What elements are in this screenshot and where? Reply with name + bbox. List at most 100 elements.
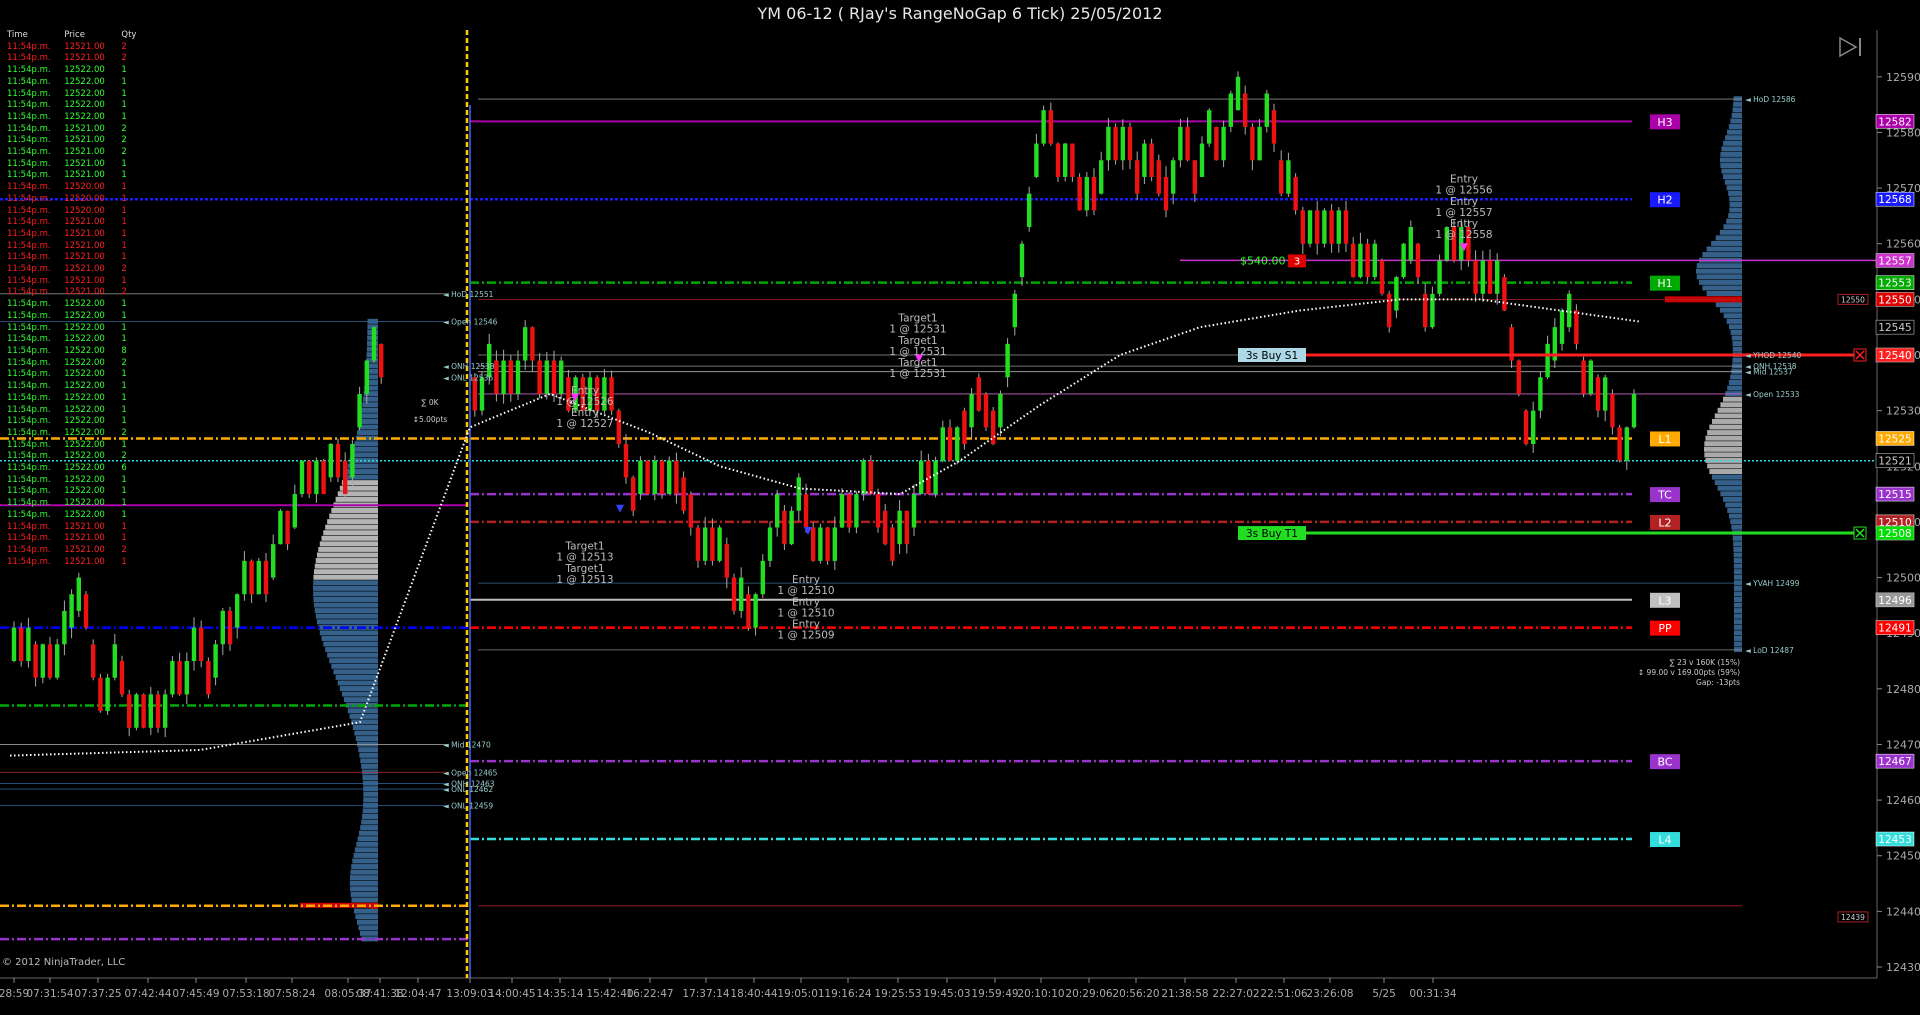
tape-qty: 1 bbox=[121, 65, 127, 76]
profile-bar bbox=[1730, 519, 1742, 525]
tape-time: 11:54p.m. bbox=[7, 404, 51, 415]
candle bbox=[1070, 143, 1075, 177]
tape-qty: 1 bbox=[121, 88, 127, 99]
order-cancel-icon[interactable] bbox=[1853, 348, 1867, 362]
candle bbox=[501, 360, 506, 394]
candle bbox=[184, 661, 189, 695]
profile-bar bbox=[360, 758, 378, 764]
tape-time: 11:54p.m. bbox=[7, 486, 51, 497]
tape-qty: 2 bbox=[121, 451, 127, 462]
x-tick-label: 12:04:47 bbox=[394, 988, 441, 1000]
candle bbox=[875, 494, 881, 528]
profile-bar bbox=[313, 597, 378, 602]
position-pnl: $540.00 3 bbox=[1240, 254, 1306, 268]
tape-qty: 1 bbox=[121, 509, 127, 520]
time-and-sales-tape: Time Price Qty 11:54p.m. 12521.00 2 11:54p.… bbox=[0, 30, 150, 568]
left-stat: ↕5.00pts bbox=[413, 415, 448, 424]
x-tick-label: 28:59 bbox=[0, 988, 29, 1000]
profile-bar bbox=[1711, 474, 1742, 480]
candle bbox=[1595, 377, 1601, 411]
tape-time: 11:54p.m. bbox=[7, 252, 51, 263]
chart-canvas[interactable]: 1259012580125701256012550125401253012520… bbox=[0, 0, 1920, 1015]
price-tag-pp: 12491 bbox=[1875, 620, 1915, 635]
y-tick-label: 12430 bbox=[1886, 961, 1920, 974]
tape-price: 12521.00 bbox=[64, 158, 105, 169]
price-tag-text: 12453 bbox=[1878, 834, 1911, 846]
profile-bar bbox=[1730, 374, 1742, 380]
profile-bar bbox=[363, 791, 378, 797]
candle bbox=[1048, 110, 1053, 144]
profile-bar bbox=[1733, 101, 1742, 107]
profile-bar bbox=[319, 630, 378, 636]
price-tag: 12550 bbox=[1875, 292, 1915, 307]
profile-bar bbox=[1733, 624, 1742, 630]
profile-bar bbox=[1727, 129, 1742, 135]
tape-price: 12521.00 bbox=[64, 135, 105, 146]
y-tick-label: 12480 bbox=[1886, 683, 1920, 696]
x-tick-label: 07:58:24 bbox=[268, 988, 315, 1000]
tape-row: 11:54p.m. 12521.00 1 bbox=[0, 276, 150, 288]
price-tag-text: 12467 bbox=[1878, 756, 1911, 768]
candle bbox=[299, 460, 305, 495]
level-label: ◄ LoD 12487 bbox=[1745, 646, 1794, 655]
price-tag-text: 12568 bbox=[1878, 194, 1911, 206]
tape-qty: 1 bbox=[121, 111, 127, 122]
candle bbox=[112, 644, 117, 678]
trade-annotation: Entry1 @ 12510 bbox=[777, 574, 834, 597]
tape-time: 11:54p.m. bbox=[7, 416, 51, 427]
profile-bar bbox=[316, 552, 378, 558]
candle bbox=[724, 544, 729, 578]
tape-time: 11:54p.m. bbox=[7, 65, 51, 76]
candle bbox=[854, 494, 859, 528]
pivot-label-l3: L3 bbox=[1650, 592, 1680, 608]
profile-bar bbox=[1733, 569, 1742, 575]
tape-qty: 1 bbox=[121, 404, 127, 415]
tape-price: 12521.00 bbox=[64, 533, 105, 544]
candle bbox=[1336, 210, 1341, 244]
profile-bar bbox=[362, 402, 378, 408]
order-cancel-icon[interactable] bbox=[1853, 526, 1867, 540]
candle bbox=[955, 427, 960, 461]
tape-time: 11:54p.m. bbox=[7, 147, 51, 158]
x-tick-label: 23:26:08 bbox=[1306, 988, 1353, 1000]
profile-bar bbox=[350, 886, 378, 892]
tape-qty: 1 bbox=[121, 217, 127, 228]
candle bbox=[1264, 93, 1269, 127]
candle bbox=[746, 594, 751, 628]
trade-annotation: Entry1 @ 12556 bbox=[1435, 174, 1493, 197]
tape-row: 11:54p.m. 12521.00 2 bbox=[0, 545, 150, 557]
price-tag-text: 12540 bbox=[1878, 350, 1911, 362]
profile-bar bbox=[360, 825, 378, 831]
x-tick-label: 19:45:03 bbox=[923, 988, 970, 1000]
x-tick-label: 5/25 bbox=[1372, 988, 1396, 1000]
candle bbox=[227, 610, 233, 645]
tape-qty: 1 bbox=[121, 170, 127, 181]
profile-bar bbox=[1709, 424, 1742, 430]
candle bbox=[1574, 310, 1579, 344]
candle bbox=[242, 560, 247, 595]
candle bbox=[163, 694, 168, 728]
profile-bar bbox=[331, 663, 378, 669]
candle bbox=[969, 393, 974, 428]
tape-time: 11:54p.m. bbox=[7, 193, 51, 204]
candle bbox=[1041, 110, 1046, 144]
level-label: ◄ Mid 12470 bbox=[443, 740, 491, 749]
candle bbox=[213, 644, 218, 678]
tape-price: 12521.00 bbox=[64, 123, 105, 134]
pivot-label-text: BC bbox=[1657, 756, 1672, 769]
tape-row: 11:54p.m. 12521.00 1 bbox=[0, 229, 150, 241]
candle bbox=[616, 410, 621, 445]
tape-time: 11:54p.m. bbox=[7, 158, 51, 169]
profile-bar bbox=[325, 524, 378, 530]
candle bbox=[1307, 210, 1313, 244]
tape-header-qty: Qty bbox=[121, 30, 137, 40]
candle bbox=[803, 494, 809, 528]
pivot-label-l2: L2 bbox=[1650, 514, 1680, 530]
candle bbox=[1084, 176, 1089, 211]
profile-bar bbox=[313, 591, 378, 597]
tape-row: 11:54p.m. 12522.00 1 bbox=[0, 369, 150, 381]
profile-bar bbox=[1731, 524, 1742, 530]
play-icon[interactable] bbox=[1838, 36, 1864, 58]
price-tag-text: 12550 bbox=[1878, 294, 1911, 306]
tape-row: 11:54p.m. 12521.00 2 bbox=[0, 287, 150, 299]
